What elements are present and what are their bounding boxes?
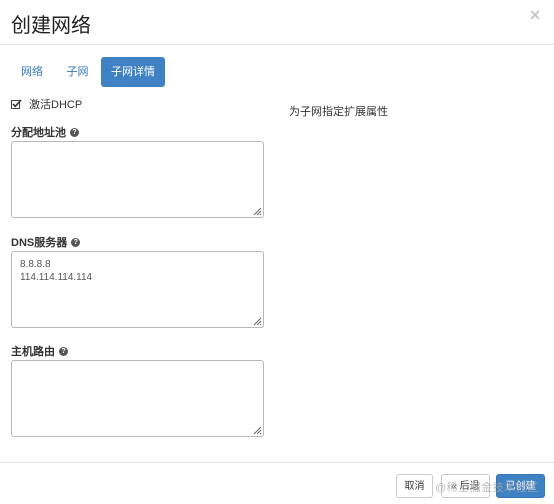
dhcp-label: 激活DHCP xyxy=(29,99,83,111)
dhcp-checkbox-row[interactable]: 激活DHCP xyxy=(11,97,82,111)
host-routes-textarea[interactable] xyxy=(11,360,264,437)
tab-subnet[interactable]: 子网 xyxy=(55,57,100,87)
resize-grip-icon[interactable] xyxy=(253,317,262,326)
close-icon[interactable]: × xyxy=(526,6,544,24)
dns-servers-label-text: DNS服务器 xyxy=(11,237,68,249)
checkbox-checked-icon[interactable] xyxy=(11,98,22,110)
dialog-header: 创建网络 × xyxy=(0,0,554,45)
host-routes-label-text: 主机路由 xyxy=(11,346,55,358)
dialog-title: 创建网络 xyxy=(11,15,91,37)
dns-servers-textarea[interactable]: 8.8.8.8 114.114.114.114 xyxy=(11,251,264,328)
cancel-button[interactable]: 取消 xyxy=(396,474,433,498)
help-icon[interactable]: ? xyxy=(59,346,68,356)
back-button[interactable]: « 后退 xyxy=(441,474,490,498)
host-routes-label: 主机路由 ? xyxy=(11,343,68,359)
help-icon[interactable]: ? xyxy=(70,127,79,137)
create-button[interactable]: 已创建 xyxy=(496,474,545,498)
tab-network[interactable]: 网络 xyxy=(11,57,53,87)
dns-servers-label: DNS服务器 ? xyxy=(11,234,81,250)
allocation-pools-label-text: 分配地址池 xyxy=(11,127,66,139)
tab-subnet-details[interactable]: 子网详情 xyxy=(101,57,165,87)
allocation-pools-textarea[interactable] xyxy=(11,141,264,218)
footer-divider xyxy=(0,462,554,463)
help-icon[interactable]: ? xyxy=(71,237,81,247)
resize-grip-icon[interactable] xyxy=(253,207,262,216)
subnet-details-hint: 为子网指定扩展属性 xyxy=(289,106,388,118)
create-network-dialog: 创建网络 × 网络 子网 子网详情 激活DHCP 为子网指定扩展属性 分配地址池… xyxy=(0,0,554,504)
resize-grip-icon[interactable] xyxy=(253,426,262,435)
allocation-pools-label: 分配地址池 ? xyxy=(11,124,79,140)
